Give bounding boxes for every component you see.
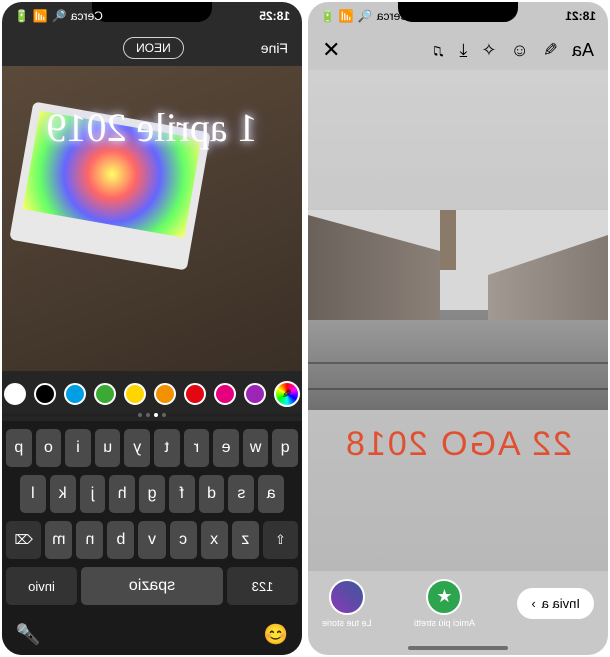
chevron-right-icon: › (531, 596, 535, 611)
color-swatch[interactable] (184, 383, 206, 405)
key[interactable]: j (80, 475, 106, 513)
search-icon: 🔍 (358, 9, 373, 23)
mic-key[interactable]: 🎤 (16, 622, 41, 647)
effects-tool-icon[interactable]: ✧ (481, 40, 496, 61)
status-search-label: Cerca (377, 9, 409, 23)
status-time: 18:21 (565, 9, 596, 23)
color-picker-row: ✎ (2, 371, 302, 417)
key[interactable]: x (201, 521, 228, 559)
search-icon: 🔍 (52, 9, 67, 23)
keyboard-row-4: 123 spazio invio (6, 567, 298, 605)
story-canvas[interactable]: 1 aprile 2019 (2, 66, 302, 371)
phone-screenshot-right: 18:21 Cerca 🔍 📶 🔋 Aa ✎ ☺ ✧ ⤓ ♫ ✕ (308, 2, 608, 655)
key[interactable]: o (36, 429, 62, 467)
status-bar: 18:21 Cerca 🔍 📶 🔋 (308, 2, 608, 30)
keyboard-bottom-row: 😊 🎤 (6, 613, 298, 649)
pager-dots (2, 413, 302, 421)
key[interactable]: z (232, 521, 259, 559)
return-key[interactable]: invio (6, 567, 77, 605)
key[interactable]: f (169, 475, 195, 513)
key[interactable]: s (228, 475, 254, 513)
status-search-label: Cerca (71, 9, 103, 23)
keyboard-row-3: ⇧ z x c v b n m ⌫ (6, 521, 298, 559)
keyboard-row-1: q w e r t y u i o p (6, 429, 298, 467)
avatar-icon (329, 579, 365, 615)
battery-icon: 🔋 (14, 9, 29, 23)
color-swatch[interactable] (94, 383, 116, 405)
send-to-label: Invia a (542, 596, 580, 611)
phone-screenshot-left: 18:25 Cerca 🔍 📶 🔋 Fine NEON 1 aprile 201… (2, 2, 302, 655)
battery-icon: 🔋 (320, 9, 335, 23)
story-canvas[interactable]: 22 AGO 2018 (308, 70, 608, 571)
text-overlay[interactable]: 1 aprile 2019 (2, 104, 302, 151)
key[interactable]: r (184, 429, 210, 467)
draw-tool-icon[interactable]: ✎ (543, 40, 558, 61)
key[interactable]: t (154, 429, 180, 467)
key[interactable]: d (199, 475, 225, 513)
key[interactable]: c (170, 521, 197, 559)
color-swatch[interactable] (124, 383, 146, 405)
color-swatch[interactable] (244, 383, 266, 405)
key[interactable]: h (109, 475, 135, 513)
keyboard: q w e r t y u i o p a s d f g h j k l ⇧ … (2, 421, 302, 655)
text-edit-top-bar: Fine NEON (2, 30, 302, 66)
key[interactable]: p (6, 429, 32, 467)
story-edit-toolbar: Aa ✎ ☺ ✧ ⤓ ♫ ✕ (308, 30, 608, 70)
eyedropper-button[interactable]: ✎ (274, 381, 300, 407)
status-time: 18:25 (259, 9, 290, 23)
music-tool-icon[interactable]: ♫ (432, 40, 446, 61)
color-swatch[interactable] (64, 383, 86, 405)
key[interactable]: g (139, 475, 165, 513)
sticker-tool-icon[interactable]: ☺ (510, 40, 528, 61)
shift-key[interactable]: ⇧ (263, 521, 298, 559)
font-style-button[interactable]: NEON (123, 37, 184, 59)
color-swatch[interactable] (34, 383, 56, 405)
key[interactable]: q (272, 429, 298, 467)
your-story-button[interactable]: Le tue storie (322, 579, 372, 628)
color-swatch[interactable] (214, 383, 236, 405)
close-button[interactable]: ✕ (322, 37, 340, 63)
key[interactable]: m (45, 521, 72, 559)
key[interactable]: u (95, 429, 121, 467)
key[interactable]: e (213, 429, 239, 467)
key[interactable]: b (107, 521, 134, 559)
keyboard-row-2: a s d f g h j k l (6, 475, 298, 513)
backspace-key[interactable]: ⌫ (6, 521, 41, 559)
home-indicator (408, 646, 508, 650)
numbers-key[interactable]: 123 (227, 567, 298, 605)
key[interactable]: i (65, 429, 91, 467)
star-icon: ★ (426, 579, 462, 615)
key[interactable]: w (243, 429, 269, 467)
save-tool-icon[interactable]: ⤓ (459, 40, 467, 61)
status-bar: 18:25 Cerca 🔍 📶 🔋 (2, 2, 302, 30)
date-stamp-label: 22 AGO 2018 (308, 425, 608, 464)
story-share-bar: Invia a › ★ Amici più stretti Le tue sto… (308, 571, 608, 655)
close-friends-label: Amici più stretti (414, 618, 475, 628)
space-key[interactable]: spazio (81, 567, 223, 605)
key[interactable]: v (138, 521, 165, 559)
key[interactable]: n (76, 521, 103, 559)
signal-icon: 📶 (339, 9, 354, 23)
emoji-key[interactable]: 😊 (263, 622, 288, 647)
text-tool-icon[interactable]: Aa (572, 40, 594, 61)
signal-icon: 📶 (33, 9, 48, 23)
photo-content (308, 210, 608, 410)
close-friends-button[interactable]: ★ Amici più stretti (414, 579, 475, 628)
key[interactable]: a (258, 475, 284, 513)
key[interactable]: y (124, 429, 150, 467)
color-swatch[interactable] (4, 383, 26, 405)
your-story-label: Le tue storie (322, 618, 372, 628)
done-button[interactable]: Fine (261, 40, 288, 56)
key[interactable]: l (20, 475, 46, 513)
color-swatch[interactable] (154, 383, 176, 405)
send-to-button[interactable]: Invia a › (517, 588, 594, 619)
key[interactable]: k (50, 475, 76, 513)
